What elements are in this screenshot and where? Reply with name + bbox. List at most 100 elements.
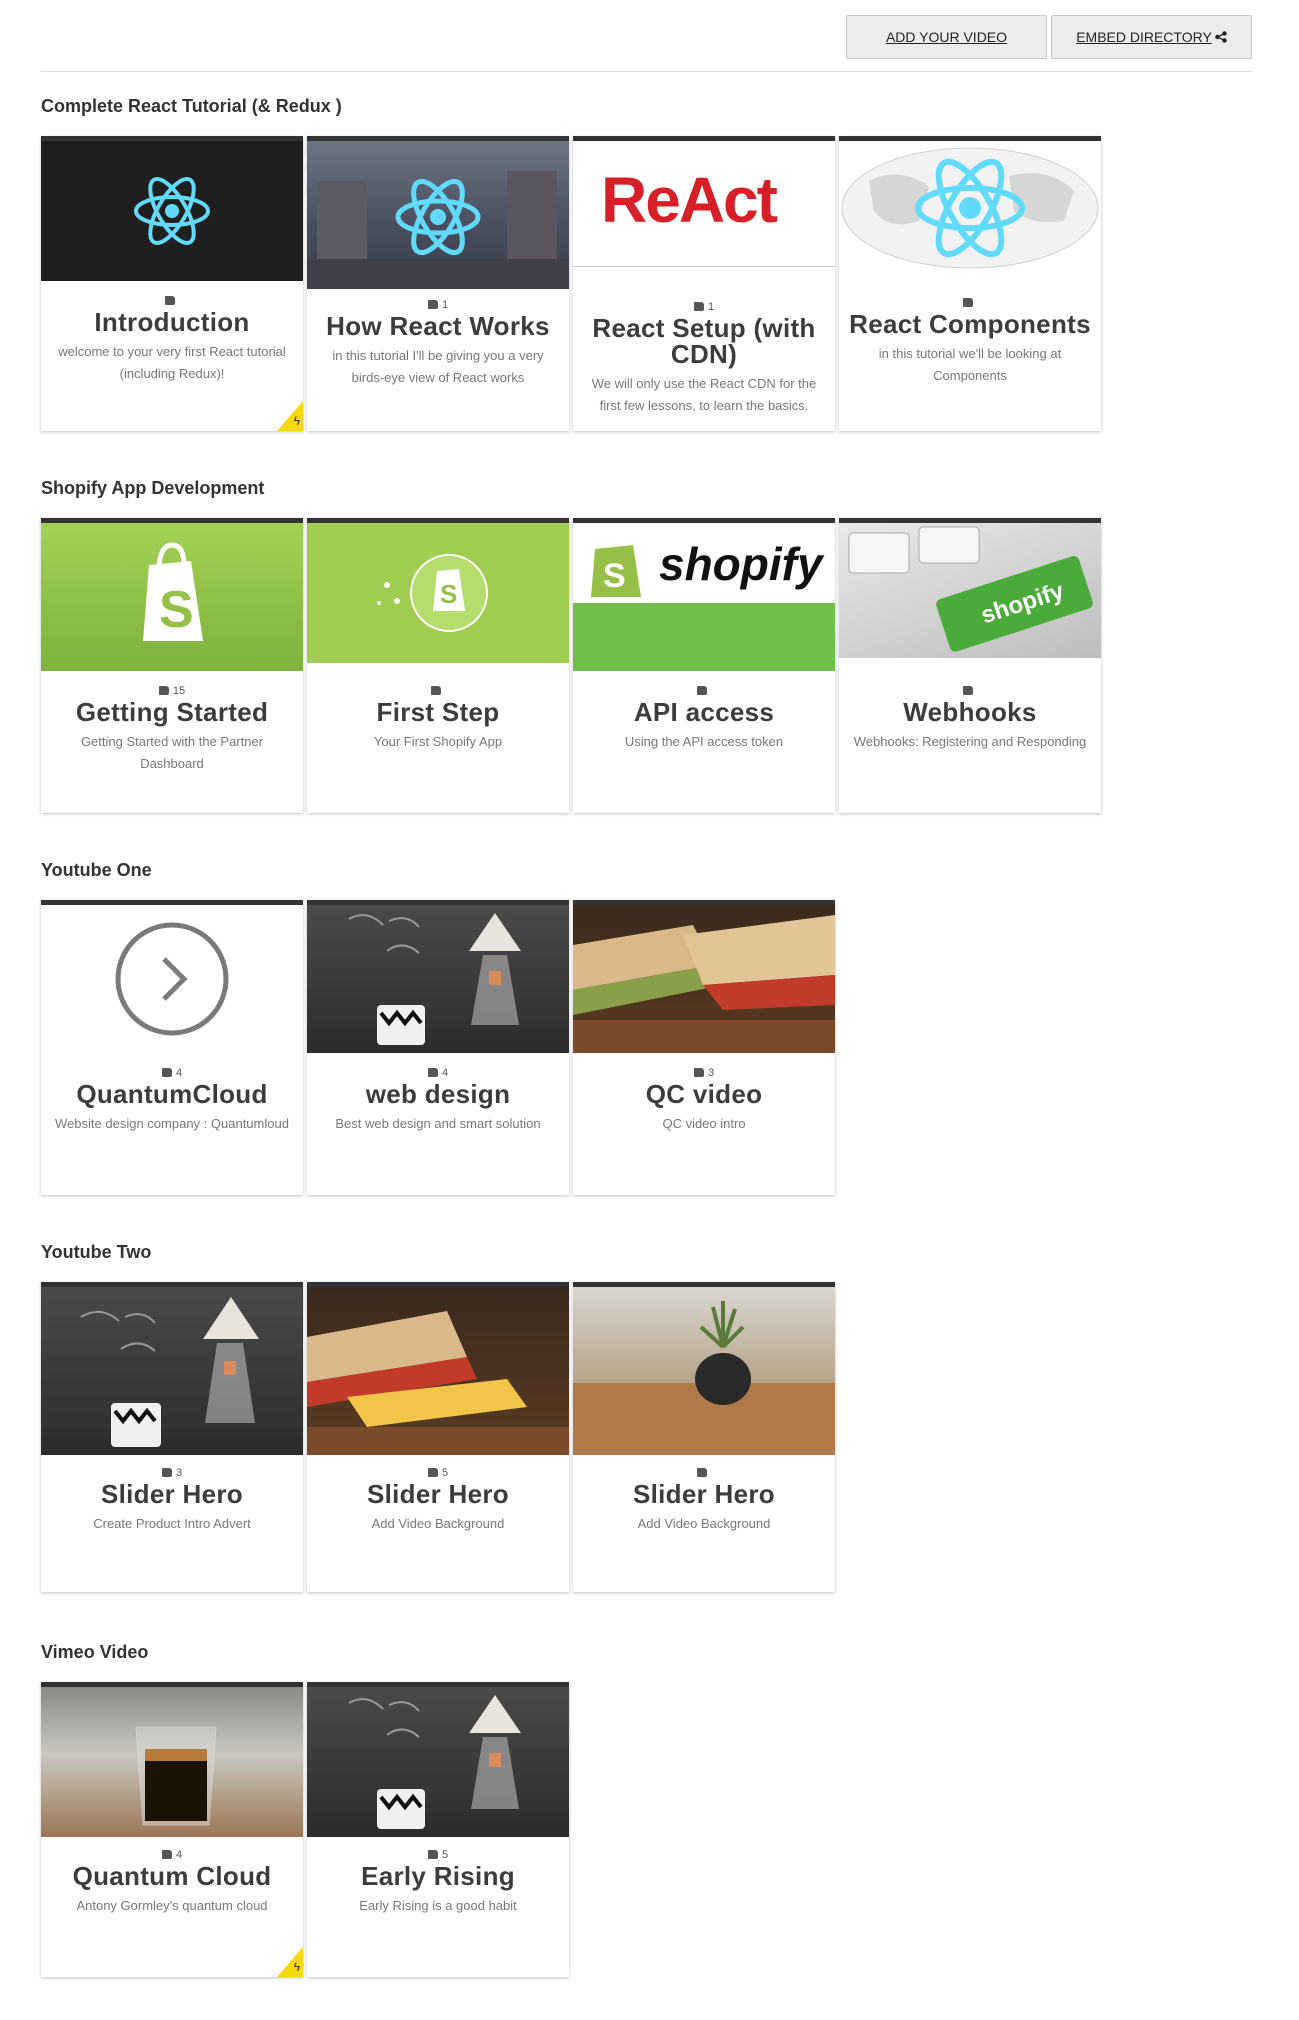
lightning-icon: ϟ xyxy=(293,414,300,428)
video-title: Slider Hero xyxy=(100,1479,243,1509)
video-thumbnail xyxy=(307,905,569,1053)
video-thumbnail xyxy=(573,905,835,1053)
svg-text:S: S xyxy=(603,557,626,595)
likes-count: 3 xyxy=(41,1467,303,1479)
video-title: Early Rising xyxy=(361,1861,515,1891)
likes-count: 1 xyxy=(307,299,569,311)
likes-count xyxy=(307,685,569,697)
svg-text:S: S xyxy=(440,579,457,609)
video-card[interactable]: shopify Webhooks Webhooks: Registering a… xyxy=(839,518,1101,813)
espresso-glass-image xyxy=(135,1726,217,1826)
sandwich-image xyxy=(573,915,835,1053)
thumbs-up-icon xyxy=(161,1068,172,1077)
likes-count: 4 xyxy=(41,1849,303,1861)
coffee-chalkboard-image xyxy=(80,1297,259,1447)
thumbs-up-icon xyxy=(427,1850,438,1859)
video-description: Your First Shopify App xyxy=(373,734,503,749)
video-description: Webhooks: Registering and Responding xyxy=(853,734,1087,749)
section-title: Complete React Tutorial (& Redux ) xyxy=(41,96,342,116)
video-card[interactable]: 4 web design Best web design and smart s… xyxy=(307,900,569,1195)
video-description: Using the API access token xyxy=(624,734,784,749)
video-title: Introduction xyxy=(94,307,250,337)
svg-text:S: S xyxy=(159,581,194,639)
video-card[interactable]: 4 Quantum Cloud Antony Gormley's quantum… xyxy=(41,1682,303,1977)
video-card[interactable]: 3 Slider Hero Create Product Intro Adver… xyxy=(41,1282,303,1592)
section-title: Vimeo Video xyxy=(41,1642,149,1662)
shopify-bag-icon: S xyxy=(591,545,641,597)
likes-count: 3 xyxy=(573,1067,835,1079)
shopify-keyboard-key-icon: shopify xyxy=(848,526,1093,652)
video-title: How React Works xyxy=(326,311,550,341)
video-description: Add Video Background xyxy=(371,1516,505,1531)
section-title: Youtube Two xyxy=(41,1242,152,1262)
video-description: Antony Gormley's quantum cloud xyxy=(76,1898,268,1913)
video-thumbnail: shopify xyxy=(839,523,1101,658)
video-description: Website design company : Quantumloud xyxy=(55,1116,289,1131)
thumbs-up-icon xyxy=(427,1068,438,1077)
embed-directory-button[interactable]: EMBED DIRECTORY xyxy=(1051,15,1252,59)
video-description: QC video intro xyxy=(662,1116,746,1131)
video-title: QuantumCloud xyxy=(76,1079,268,1109)
react-wordmark-logo: ReAct xyxy=(601,164,778,236)
thumbs-up-icon xyxy=(427,1468,438,1477)
video-card[interactable]: 4 QuantumCloud Website design company : … xyxy=(41,900,303,1195)
shopify-wordmark-logo: shopify xyxy=(659,538,823,590)
add-video-label: ADD YOUR VIDEO xyxy=(885,29,1008,45)
video-thumbnail xyxy=(41,905,303,1053)
video-card[interactable]: Slider Hero Add Video Background xyxy=(573,1282,835,1592)
video-thumbnail: S xyxy=(307,523,569,663)
play-circle-icon xyxy=(115,922,229,1036)
video-title: QC video xyxy=(645,1079,763,1109)
video-title: First Step xyxy=(376,697,500,727)
thumbs-up-icon xyxy=(161,1468,172,1477)
video-card[interactable]: 3 QC video QC video intro xyxy=(573,900,835,1195)
video-thumbnail xyxy=(839,141,1101,275)
thumbs-up-icon xyxy=(697,1468,707,1477)
thumbs-up-icon xyxy=(697,686,707,695)
likes-count xyxy=(839,297,1101,309)
video-card[interactable]: S 15 Getting Started Getting Started wit… xyxy=(41,518,303,813)
video-description: Create Product Intro Advert xyxy=(93,1516,251,1531)
video-card[interactable]: React Components in this tutorial we'll … xyxy=(839,136,1101,431)
react-logo-icon xyxy=(134,177,210,245)
video-thumbnail xyxy=(307,1687,569,1837)
video-thumbnail xyxy=(41,141,303,281)
likes-count: 5 xyxy=(307,1467,569,1479)
coffee-chalkboard-image xyxy=(348,913,521,1045)
shopify-bag-icon: S xyxy=(143,542,203,641)
video-title: React Setup (with CDN) xyxy=(592,313,816,369)
video-description: Getting Started with the Partner Dashboa… xyxy=(80,734,264,771)
video-title: web design xyxy=(365,1079,511,1109)
video-card[interactable]: 5 Early Rising Early Rising is a good ha… xyxy=(307,1682,569,1977)
video-card[interactable]: S First Step Your First Shopify App xyxy=(307,518,569,813)
thumbs-up-icon xyxy=(165,296,175,305)
thumbs-up-icon xyxy=(158,686,169,695)
plant-pot-image xyxy=(573,1301,835,1455)
video-card[interactable]: ReAct 1 React Setup (with CDN) We will o… xyxy=(573,136,835,431)
coffee-chalkboard-image xyxy=(348,1695,521,1829)
likes-count: 4 xyxy=(41,1067,303,1079)
add-video-button[interactable]: ADD YOUR VIDEO xyxy=(846,15,1047,59)
video-title: Slider Hero xyxy=(632,1479,775,1509)
thumbs-up-icon xyxy=(431,686,441,695)
react-logo-icon xyxy=(307,171,569,289)
share-icon xyxy=(1215,31,1227,43)
video-card[interactable]: S shopify API access Using the API acces… xyxy=(573,518,835,813)
thumbs-up-icon xyxy=(427,300,438,309)
video-thumbnail: S xyxy=(41,523,303,671)
video-card[interactable]: 1 How React Works in this tutorial I'll … xyxy=(307,136,569,431)
video-thumbnail: S shopify xyxy=(573,523,835,671)
video-thumbnail xyxy=(307,141,569,289)
thumbs-up-icon xyxy=(693,1068,704,1077)
video-thumbnail xyxy=(41,1687,303,1837)
video-title: API access xyxy=(633,697,775,727)
toolbar: ADD YOUR VIDEO EMBED DIRECTORY xyxy=(41,15,1252,72)
video-title: Getting Started xyxy=(75,697,269,727)
likes-count xyxy=(41,295,303,307)
video-description: We will only use the React CDN for the f… xyxy=(591,376,817,413)
video-title: Slider Hero xyxy=(366,1479,509,1509)
video-card[interactable]: Introduction welcome to your very first … xyxy=(41,136,303,431)
video-description: in this tutorial I'll be giving you a ve… xyxy=(332,348,544,385)
video-card[interactable]: 5 Slider Hero Add Video Background xyxy=(307,1282,569,1592)
video-thumbnail xyxy=(573,1287,835,1455)
